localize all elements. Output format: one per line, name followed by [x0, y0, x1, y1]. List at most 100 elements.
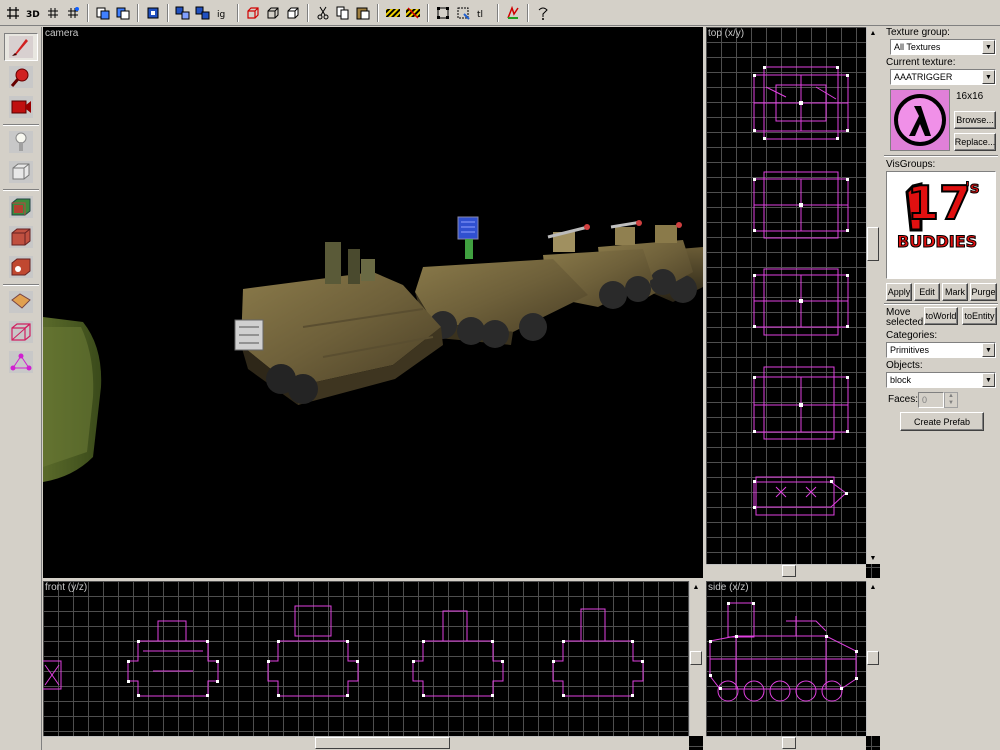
ignore-group-icon[interactable] — [194, 4, 212, 22]
larger-grid-icon[interactable] — [64, 4, 82, 22]
visgroup-logo-superscript: 's — [964, 178, 980, 197]
carve-icon[interactable] — [244, 4, 262, 22]
scroll-up-arrow-icon[interactable]: ▲ — [690, 581, 702, 593]
current-texture-select[interactable]: AAATRIGGER ▼ — [890, 69, 996, 85]
current-texture-label: Current texture: — [886, 57, 956, 68]
chevron-down-icon[interactable]: ▼ — [982, 40, 995, 54]
clipping-tool-icon[interactable] — [4, 318, 38, 346]
group-icon[interactable] — [144, 4, 162, 22]
texture-application-tool-icon[interactable] — [4, 193, 38, 221]
front-viewport-vertical-scrollbar[interactable]: ▲ — [689, 581, 703, 736]
camera-tool-icon[interactable] — [4, 93, 38, 121]
hammer-editor-window: 3D ig tl camera top (x/y) ▲ ▼ front (y/z… — [0, 0, 1000, 750]
side-viewport-vscroll-thumb[interactable] — [867, 651, 879, 665]
categories-label: Categories: — [886, 330, 938, 341]
camera-viewport-label: camera — [45, 28, 79, 39]
visgroups-label: VisGroups: — [886, 159, 936, 170]
top-viewport[interactable]: top (x/y) ▲ ▼ — [706, 27, 880, 578]
selection-tool-icon[interactable] — [4, 33, 38, 61]
vertex-tool-icon[interactable] — [4, 348, 38, 376]
visgroups-list[interactable]: 17 's BUDDIES — [886, 171, 996, 279]
top-wireframe — [753, 66, 849, 516]
browse-button[interactable]: Browse... — [954, 111, 996, 129]
camera-viewport[interactable]: camera — [43, 27, 703, 578]
hollow-icon[interactable] — [264, 4, 282, 22]
to-entity-button[interactable]: toEntity — [962, 307, 997, 325]
entity-tool-icon[interactable] — [4, 128, 38, 156]
decal-tool-icon[interactable] — [4, 253, 38, 281]
texture-lock-icon[interactable] — [384, 4, 402, 22]
front-viewport-hscroll-thumb[interactable] — [315, 737, 450, 749]
categories-value: Primitives — [890, 345, 930, 355]
top-viewport-hscroll-thumb[interactable] — [782, 565, 796, 577]
categories-select[interactable]: Primitives ▼ — [886, 342, 996, 358]
to-world-button[interactable]: toWorld — [924, 307, 958, 325]
compile-icon[interactable] — [504, 4, 522, 22]
side-viewport-horizontal-scrollbar[interactable] — [706, 736, 866, 750]
chevron-down-icon[interactable]: ▼ — [982, 343, 995, 357]
object-properties-panel: Texture group: All Textures ▼ Current te… — [882, 27, 1000, 750]
visgroup-apply-button[interactable]: Apply — [886, 283, 912, 301]
overlay-tool-icon[interactable] — [4, 288, 38, 316]
objects-label: Objects: — [886, 360, 923, 371]
smaller-grid-icon[interactable] — [44, 4, 62, 22]
texture-group-label: Texture group: — [886, 27, 950, 38]
texture-size: 16x16 — [956, 91, 984, 102]
chevron-down-icon[interactable]: ▼ — [982, 373, 995, 387]
camera-3d-scene — [43, 216, 703, 482]
ig-icon[interactable]: ig — [214, 4, 232, 22]
side-wireframe — [709, 602, 858, 702]
3d-grid-icon[interactable]: 3D — [24, 4, 42, 22]
select-all-icon[interactable] — [454, 4, 472, 22]
grid-icon[interactable] — [4, 4, 22, 22]
chevron-down-icon[interactable]: ▼ — [982, 70, 995, 84]
front-viewport-horizontal-scrollbar[interactable] — [43, 736, 689, 750]
objects-select[interactable]: block ▼ — [886, 372, 996, 388]
texture-scale-lock-icon[interactable] — [404, 4, 422, 22]
visgroup-logo-subtitle: BUDDIES — [896, 232, 978, 251]
texture-group-value: All Textures — [894, 42, 941, 52]
faces-label: Faces: — [888, 394, 919, 405]
toggle-icon[interactable]: tl — [474, 4, 492, 22]
top-viewport-label: top (x/y) — [708, 28, 745, 39]
faces-spinner-icon[interactable]: ▲ ▼ — [944, 392, 958, 408]
texture-preview[interactable] — [890, 89, 950, 151]
visgroup-edit-button[interactable]: Edit — [914, 283, 940, 301]
create-prefab-button[interactable]: Create Prefab — [900, 412, 984, 431]
side-viewport[interactable]: side (x/z) ▲ — [706, 581, 880, 750]
replace-button[interactable]: Replace... — [954, 133, 996, 151]
main-toolbar: 3D ig tl — [0, 0, 1000, 26]
svg-text:3D: 3D — [26, 10, 40, 20]
side-viewport-label: side (x/z) — [708, 582, 749, 593]
scroll-up-arrow-icon[interactable]: ▲ — [867, 27, 879, 39]
visgroup-mark-button[interactable]: Mark — [942, 283, 968, 301]
texture-group-select[interactable]: All Textures ▼ — [890, 39, 996, 55]
faces-input[interactable]: 0 — [918, 392, 944, 408]
svg-text:ig: ig — [217, 10, 225, 20]
help-icon[interactable] — [534, 4, 552, 22]
top-viewport-vscroll-thumb[interactable] — [867, 227, 879, 261]
redo-icon[interactable] — [114, 4, 132, 22]
side-viewport-hscroll-thumb[interactable] — [782, 737, 796, 749]
side-viewport-vertical-scrollbar[interactable]: ▲ — [866, 581, 880, 736]
top-viewport-vertical-scrollbar[interactable]: ▲ ▼ — [866, 27, 880, 564]
copy-icon[interactable] — [334, 4, 352, 22]
front-viewport-vscroll-thumb[interactable] — [690, 651, 702, 665]
magnify-tool-icon[interactable] — [4, 63, 38, 91]
scroll-up-arrow-icon[interactable]: ▲ — [867, 581, 879, 593]
undo-icon[interactable] — [94, 4, 112, 22]
apply-current-texture-tool-icon[interactable] — [4, 223, 38, 251]
select-box-icon[interactable] — [434, 4, 452, 22]
ungroup-icon[interactable] — [174, 4, 192, 22]
scroll-down-arrow-icon[interactable]: ▼ — [867, 552, 879, 564]
clip-icon[interactable] — [284, 4, 302, 22]
cut-icon[interactable] — [314, 4, 332, 22]
visgroup-logo-number: 17 — [906, 176, 972, 230]
visgroup-purge-button[interactable]: Purge — [970, 283, 997, 301]
tool-palette — [0, 27, 42, 750]
block-tool-icon[interactable] — [4, 158, 38, 186]
paste-icon[interactable] — [354, 4, 372, 22]
move-selected-label-line2: selected: — [886, 317, 927, 328]
top-viewport-horizontal-scrollbar[interactable] — [706, 564, 866, 578]
front-viewport[interactable]: front (y/z) ▲ — [43, 581, 703, 750]
